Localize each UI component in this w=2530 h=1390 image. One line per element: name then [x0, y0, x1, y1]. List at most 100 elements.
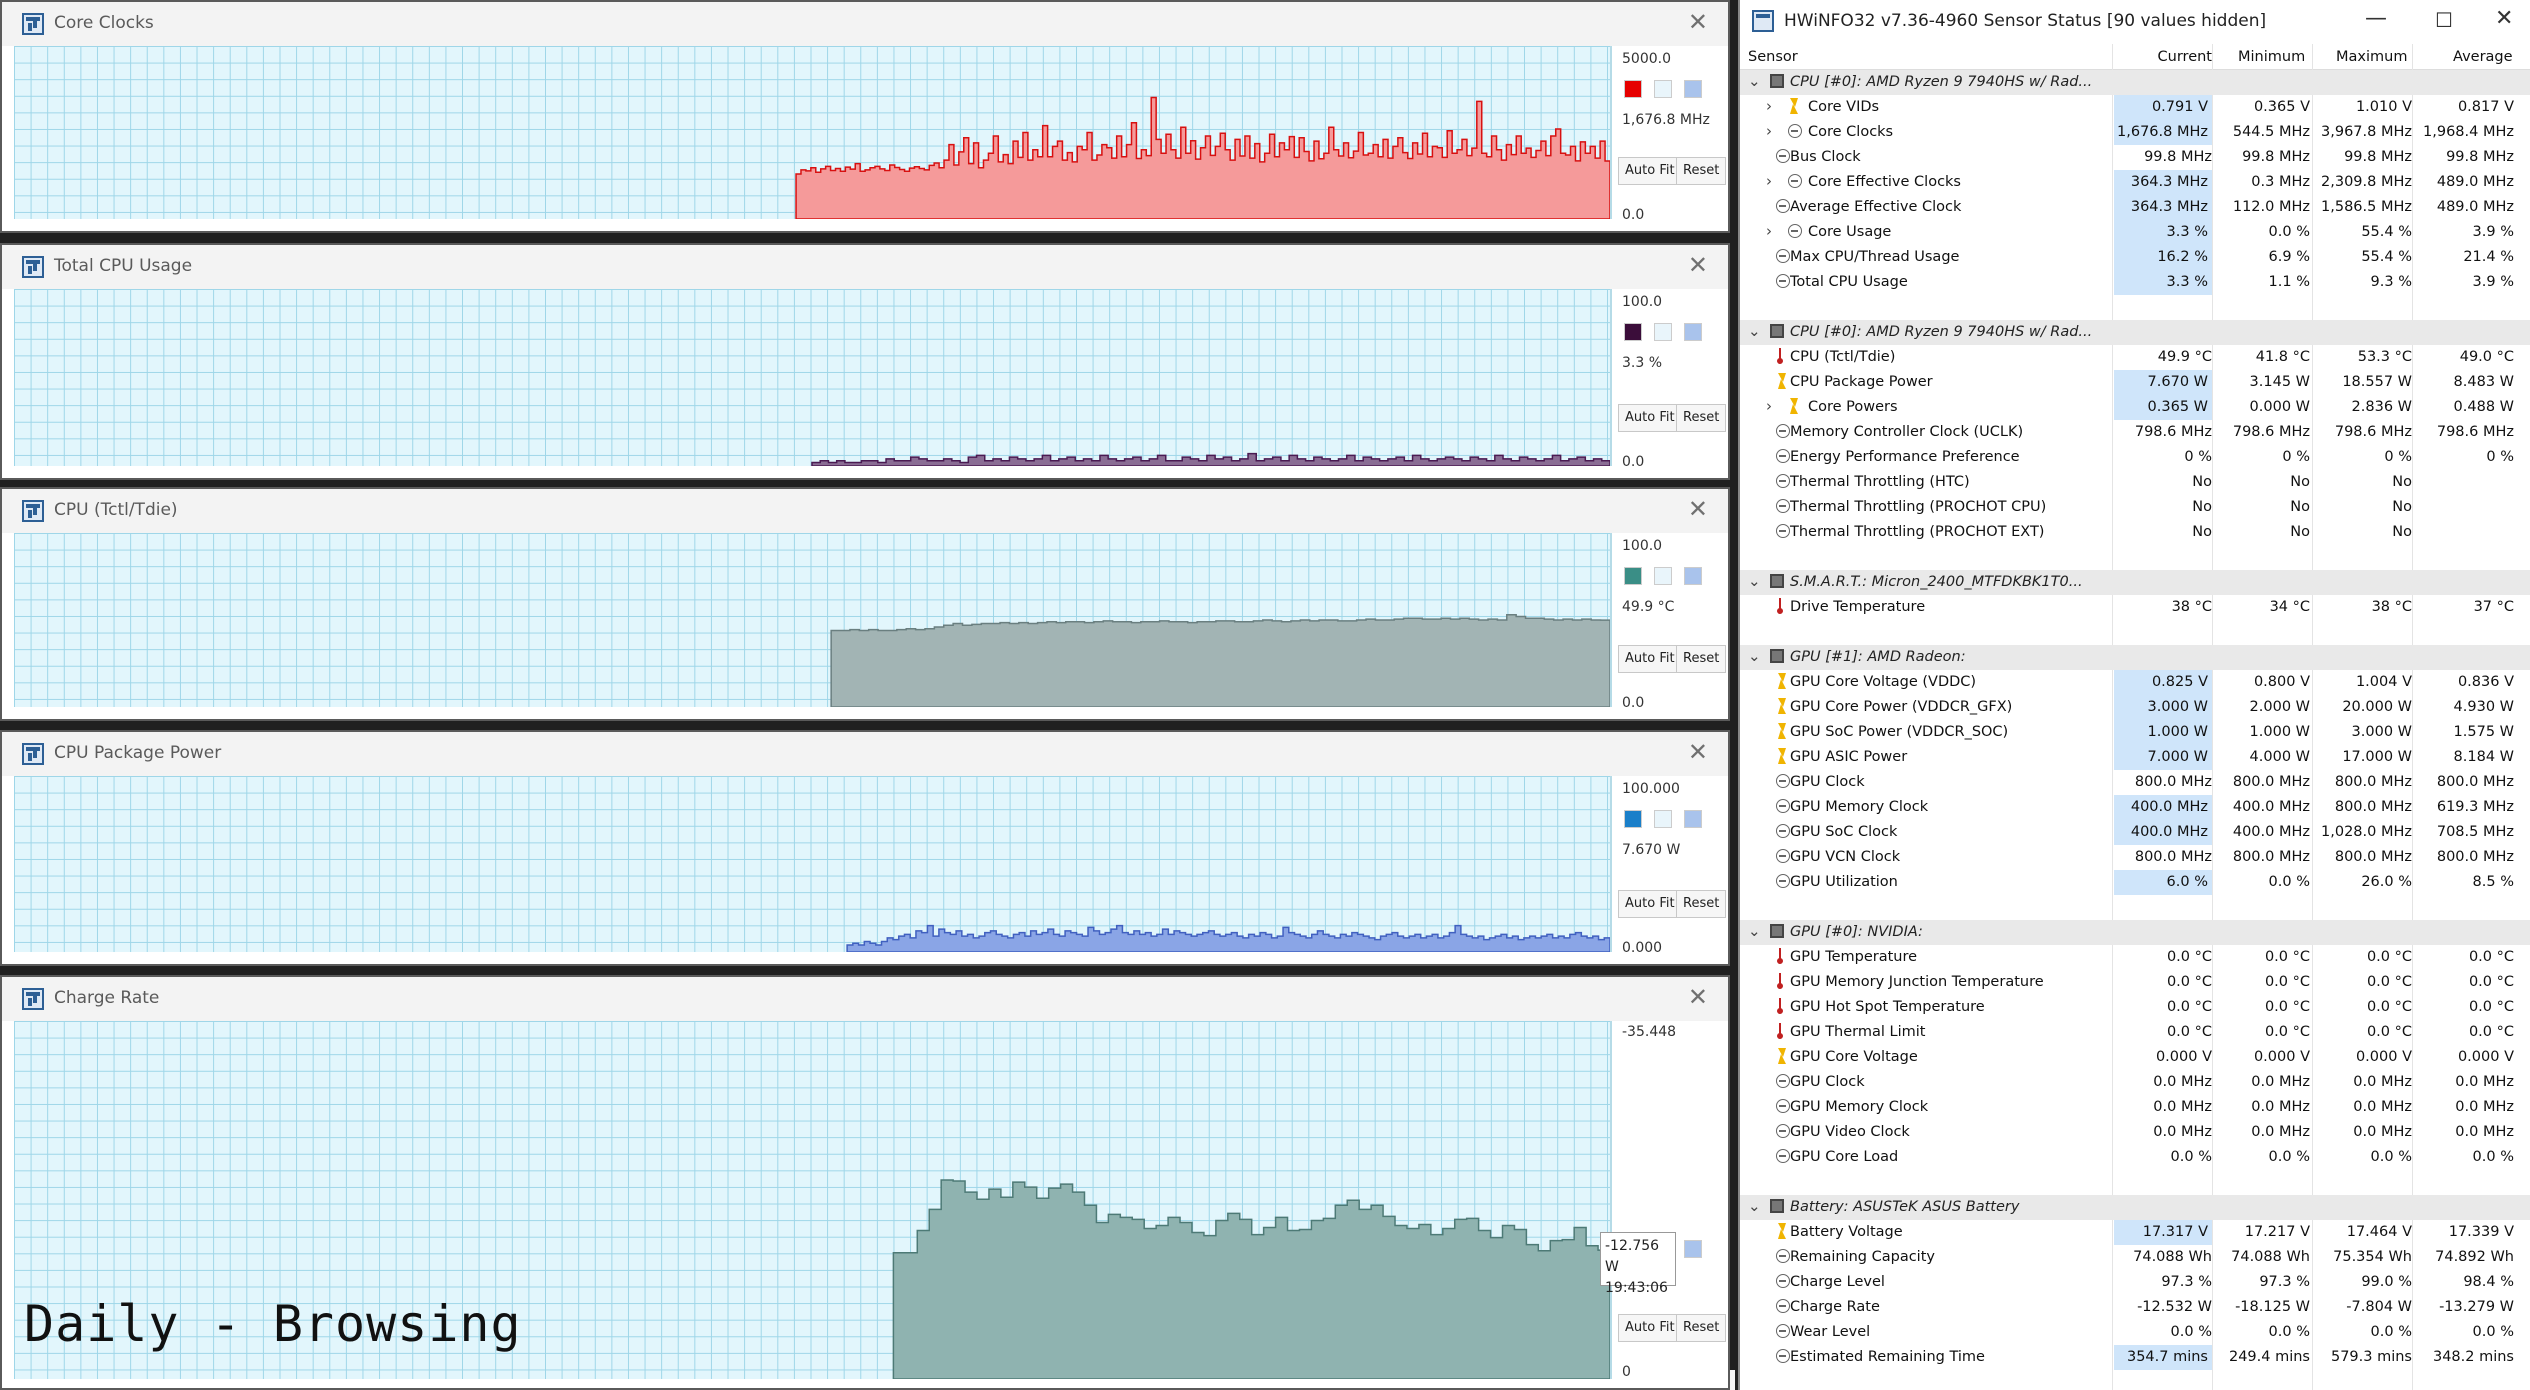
- graph-window[interactable]: CPU Package Power ✕ 100.000 7.670 W Auto…: [0, 730, 1730, 966]
- graph-plot[interactable]: [14, 776, 1612, 952]
- sensor-window-titlebar[interactable]: HWiNFO32 v7.36-4960 Sensor Status [90 va…: [1740, 0, 2530, 44]
- chevron-down-icon[interactable]: ⌄: [1748, 922, 1761, 940]
- sensor-group-row[interactable]: ⌄ CPU [#0]: AMD Ryzen 9 7940HS w/ Rad...: [1740, 320, 2530, 345]
- graph-titlebar[interactable]: Core Clocks ✕: [2, 2, 1728, 46]
- sensor-row[interactable]: CPU (Tctl/Tdie) 49.9 °C 41.8 °C 53.3 °C …: [1740, 345, 2530, 370]
- background-color-swatch[interactable]: [1684, 80, 1702, 98]
- close-icon[interactable]: ✕: [1688, 495, 1708, 523]
- graph-titlebar[interactable]: Charge Rate ✕: [2, 977, 1728, 1021]
- column-average[interactable]: Average: [2453, 49, 2513, 65]
- fill-color-swatch[interactable]: [1654, 567, 1672, 585]
- sensor-group-row[interactable]: ⌄ CPU [#0]: AMD Ryzen 9 7940HS w/ Rad...: [1740, 70, 2530, 95]
- sensor-row[interactable]: CPU Package Power 7.670 W 3.145 W 18.557…: [1740, 370, 2530, 395]
- sensor-row[interactable]: GPU Hot Spot Temperature 0.0 °C 0.0 °C 0…: [1740, 995, 2530, 1020]
- sensor-row[interactable]: › Core Clocks 1,676.8 MHz 544.5 MHz 3,96…: [1740, 120, 2530, 145]
- sensor-row[interactable]: GPU SoC Power (VDDCR_SOC) 1.000 W 1.000 …: [1740, 720, 2530, 745]
- reset-button[interactable]: Reset: [1676, 890, 1727, 918]
- sensor-row[interactable]: GPU Utilization 6.0 % 0.0 % 26.0 % 8.5 %: [1740, 870, 2530, 895]
- series-color-swatch[interactable]: [1624, 567, 1642, 585]
- sensor-row[interactable]: Battery Voltage 17.317 V 17.217 V 17.464…: [1740, 1220, 2530, 1245]
- background-color-swatch[interactable]: [1684, 323, 1702, 341]
- close-icon[interactable]: ✕: [1688, 251, 1708, 279]
- chevron-down-icon[interactable]: ⌄: [1748, 322, 1761, 340]
- sensor-row[interactable]: GPU Core Power (VDDCR_GFX) 3.000 W 2.000…: [1740, 695, 2530, 720]
- sensor-row[interactable]: Bus Clock 99.8 MHz 99.8 MHz 99.8 MHz 99.…: [1740, 145, 2530, 170]
- auto-fit-button[interactable]: Auto Fit: [1618, 404, 1682, 432]
- sensor-row[interactable]: GPU Clock 0.0 MHz 0.0 MHz 0.0 MHz 0.0 MH…: [1740, 1070, 2530, 1095]
- sensor-row[interactable]: Energy Performance Preference 0 % 0 % 0 …: [1740, 445, 2530, 470]
- sensor-row[interactable]: Thermal Throttling (HTC) No No No: [1740, 470, 2530, 495]
- sensor-group-row[interactable]: ⌄ S.M.A.R.T.: Micron_2400_MTFDKBK1T0...: [1740, 570, 2530, 595]
- chevron-right-icon[interactable]: ›: [1766, 172, 1772, 190]
- chevron-down-icon[interactable]: ⌄: [1748, 572, 1761, 590]
- sensor-row[interactable]: GPU Memory Clock 400.0 MHz 400.0 MHz 800…: [1740, 795, 2530, 820]
- sensor-row[interactable]: Drive Temperature 38 °C 34 °C 38 °C 37 °…: [1740, 595, 2530, 620]
- fill-color-swatch[interactable]: [1654, 323, 1672, 341]
- sensor-row[interactable]: GPU Memory Clock 0.0 MHz 0.0 MHz 0.0 MHz…: [1740, 1095, 2530, 1120]
- sensor-group-row[interactable]: ⌄ Battery: ASUSTeK ASUS Battery: [1740, 1195, 2530, 1220]
- chevron-right-icon[interactable]: ›: [1766, 122, 1772, 140]
- graph-titlebar[interactable]: CPU (Tctl/Tdie) ✕: [2, 489, 1728, 533]
- graph-window[interactable]: Total CPU Usage ✕ 100.0 3.3 % Auto Fit R…: [0, 243, 1730, 480]
- close-icon[interactable]: ✕: [1688, 8, 1708, 36]
- reset-button[interactable]: Reset: [1676, 404, 1727, 432]
- reset-button[interactable]: Reset: [1676, 157, 1727, 185]
- column-minimum[interactable]: Minimum: [2238, 49, 2305, 65]
- sensor-row[interactable]: GPU ASIC Power 7.000 W 4.000 W 17.000 W …: [1740, 745, 2530, 770]
- chevron-right-icon[interactable]: ›: [1766, 97, 1772, 115]
- sensor-row[interactable]: Memory Controller Clock (UCLK) 798.6 MHz…: [1740, 420, 2530, 445]
- column-current[interactable]: Current: [2152, 49, 2212, 65]
- reset-button[interactable]: Reset: [1676, 645, 1727, 673]
- sensor-row[interactable]: Estimated Remaining Time 354.7 mins 249.…: [1740, 1345, 2530, 1370]
- sensor-row[interactable]: › Core Powers 0.365 W 0.000 W 2.836 W 0.…: [1740, 395, 2530, 420]
- background-color-swatch[interactable]: [1684, 567, 1702, 585]
- auto-fit-button[interactable]: Auto Fit: [1618, 645, 1682, 673]
- chevron-right-icon[interactable]: ›: [1766, 222, 1772, 240]
- column-sensor[interactable]: Sensor: [1748, 49, 1798, 65]
- graph-plot[interactable]: [14, 289, 1612, 466]
- sensor-row[interactable]: Thermal Throttling (PROCHOT CPU) No No N…: [1740, 495, 2530, 520]
- sensor-group-row[interactable]: ⌄ GPU [#1]: AMD Radeon:: [1740, 645, 2530, 670]
- column-maximum[interactable]: Maximum: [2336, 49, 2407, 65]
- series-color-swatch[interactable]: [1624, 323, 1642, 341]
- sensor-row[interactable]: › Core VIDs 0.791 V 0.365 V 1.010 V 0.81…: [1740, 95, 2530, 120]
- auto-fit-button[interactable]: Auto Fit: [1618, 157, 1682, 185]
- sensor-row[interactable]: GPU Core Voltage (VDDC) 0.825 V 0.800 V …: [1740, 670, 2530, 695]
- background-color-swatch[interactable]: [1684, 810, 1702, 828]
- sensor-row[interactable]: Charge Level 97.3 % 97.3 % 99.0 % 98.4 %: [1740, 1270, 2530, 1295]
- graph-titlebar[interactable]: Total CPU Usage ✕: [2, 245, 1728, 289]
- graph-window[interactable]: CPU (Tctl/Tdie) ✕ 100.0 49.9 °C Auto Fit…: [0, 487, 1730, 721]
- chevron-right-icon[interactable]: ›: [1766, 397, 1772, 415]
- series-color-swatch[interactable]: [1624, 810, 1642, 828]
- sensor-row[interactable]: GPU VCN Clock 800.0 MHz 800.0 MHz 800.0 …: [1740, 845, 2530, 870]
- sensor-row[interactable]: Remaining Capacity 74.088 Wh 74.088 Wh 7…: [1740, 1245, 2530, 1270]
- graph-plot[interactable]: [14, 533, 1612, 707]
- sensor-row[interactable]: Wear Level 0.0 % 0.0 % 0.0 % 0.0 %: [1740, 1320, 2530, 1345]
- chevron-down-icon[interactable]: ⌄: [1748, 72, 1761, 90]
- sensor-row[interactable]: GPU Memory Junction Temperature 0.0 °C 0…: [1740, 970, 2530, 995]
- sensor-row[interactable]: Average Effective Clock 364.3 MHz 112.0 …: [1740, 195, 2530, 220]
- reset-button[interactable]: Reset: [1676, 1314, 1727, 1342]
- sensor-group-row[interactable]: ⌄ GPU [#0]: NVIDIA:: [1740, 920, 2530, 945]
- minimize-icon[interactable]: —: [2365, 6, 2387, 31]
- sensor-row[interactable]: GPU SoC Clock 400.0 MHz 400.0 MHz 1,028.…: [1740, 820, 2530, 845]
- chevron-down-icon[interactable]: ⌄: [1748, 647, 1761, 665]
- sensor-row[interactable]: Charge Rate -12.532 W -18.125 W -7.804 W…: [1740, 1295, 2530, 1320]
- series-color-swatch[interactable]: [1624, 80, 1642, 98]
- close-icon[interactable]: ✕: [1688, 983, 1708, 1011]
- sensor-row[interactable]: Total CPU Usage 3.3 % 1.1 % 9.3 % 3.9 %: [1740, 270, 2530, 295]
- close-icon[interactable]: ✕: [1688, 738, 1708, 766]
- sensor-row[interactable]: GPU Clock 800.0 MHz 800.0 MHz 800.0 MHz …: [1740, 770, 2530, 795]
- auto-fit-button[interactable]: Auto Fit: [1618, 890, 1682, 918]
- maximize-icon[interactable]: ☐: [2435, 8, 2453, 32]
- fill-color-swatch[interactable]: [1654, 80, 1672, 98]
- graph-titlebar[interactable]: CPU Package Power ✕: [2, 732, 1728, 776]
- sensor-row[interactable]: GPU Temperature 0.0 °C 0.0 °C 0.0 °C 0.0…: [1740, 945, 2530, 970]
- graph-window[interactable]: Core Clocks ✕ 5000.0 1,676.8 MHz Auto Fi…: [0, 0, 1730, 233]
- sensor-row[interactable]: GPU Core Load 0.0 % 0.0 % 0.0 % 0.0 %: [1740, 1145, 2530, 1170]
- sensor-row[interactable]: Thermal Throttling (PROCHOT EXT) No No N…: [1740, 520, 2530, 545]
- sensor-row[interactable]: Max CPU/Thread Usage 16.2 % 6.9 % 55.4 %…: [1740, 245, 2530, 270]
- sensor-row[interactable]: GPU Core Voltage 0.000 V 0.000 V 0.000 V…: [1740, 1045, 2530, 1070]
- sensor-row[interactable]: GPU Video Clock 0.0 MHz 0.0 MHz 0.0 MHz …: [1740, 1120, 2530, 1145]
- chevron-down-icon[interactable]: ⌄: [1748, 1197, 1761, 1215]
